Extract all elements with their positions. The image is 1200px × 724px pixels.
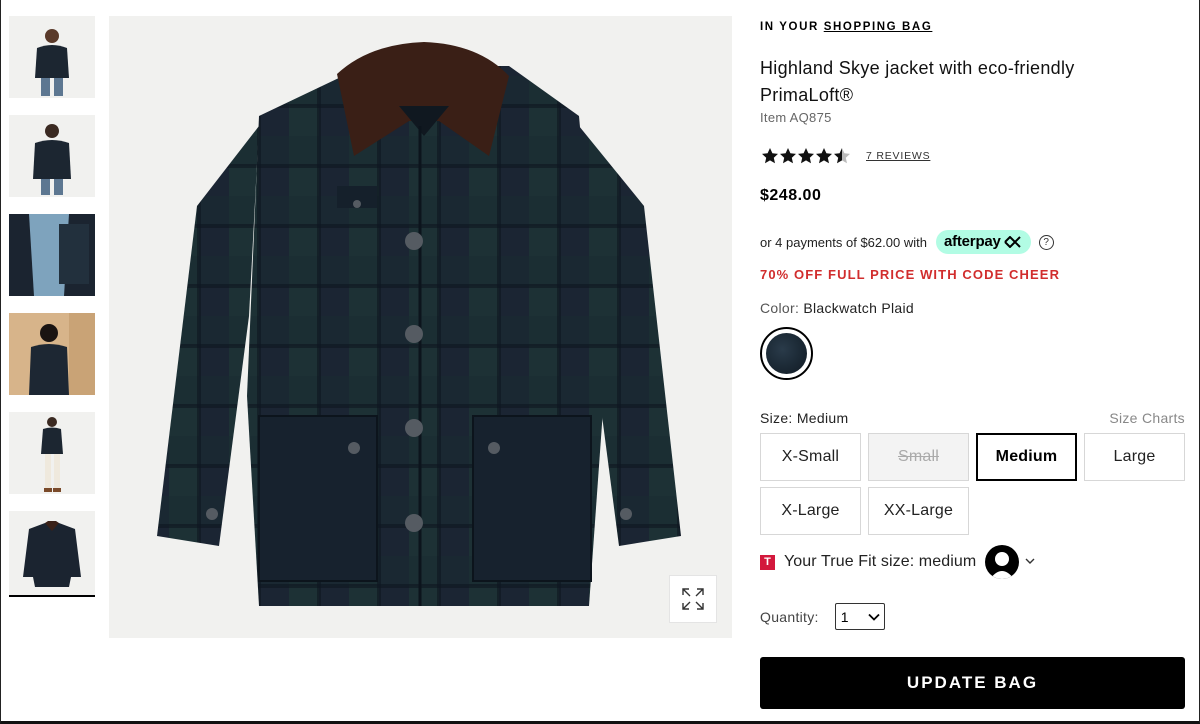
- quantity-label: Quantity:: [760, 608, 819, 625]
- thumbnail-model-front[interactable]: [9, 16, 95, 98]
- reviews-link[interactable]: 7 REVIEWS: [866, 150, 930, 162]
- size-key: Size:: [760, 410, 793, 426]
- color-key: Color:: [760, 300, 800, 316]
- afterpay-row: or 4 payments of $62.00 with afterpay ?: [760, 230, 1054, 254]
- afterpay-info-icon[interactable]: ?: [1038, 234, 1054, 250]
- quantity-value: 1: [840, 608, 849, 625]
- swatch-fill: [766, 333, 807, 374]
- truefit-logo-icon: T: [760, 554, 775, 570]
- quantity-row: Quantity: 1: [760, 603, 885, 630]
- expand-image-button[interactable]: [669, 575, 717, 623]
- star-icon: [798, 148, 814, 164]
- afterpay-badge[interactable]: afterpay: [935, 230, 1031, 254]
- quantity-select[interactable]: 1: [834, 603, 885, 630]
- product-price: $248.00: [760, 187, 822, 204]
- truefit-avatar-icon[interactable]: [985, 545, 1020, 579]
- star-rating: [761, 147, 853, 165]
- thumbnail-model-full[interactable]: [9, 412, 95, 494]
- star-icon: [780, 148, 796, 164]
- thumbnail-list: [9, 16, 96, 614]
- product-title: Highland Skye jacket with eco-friendly P…: [760, 58, 1075, 105]
- chevron-down-icon[interactable]: [1025, 556, 1035, 568]
- size-x-large-button[interactable]: X-Large: [760, 487, 861, 535]
- in-bag-prefix: IN YOUR: [760, 21, 824, 33]
- promo-message: 70% OFF FULL PRICE WITH CODE CHEER: [760, 267, 1061, 282]
- size-label: Size: Medium: [760, 410, 848, 426]
- thumbnail-lining-detail[interactable]: [9, 214, 95, 296]
- thumbnail-model-back[interactable]: [9, 115, 95, 197]
- size-xx-large-button[interactable]: XX-Large: [868, 487, 969, 535]
- half-star-icon: [834, 148, 850, 164]
- jacket-illustration: [157, 42, 681, 606]
- update-bag-button[interactable]: UPDATE BAG: [760, 657, 1185, 709]
- chevron-down-icon: [868, 613, 880, 621]
- in-bag-notice: IN YOUR SHOPPING BAG: [760, 21, 932, 33]
- star-icon: [762, 148, 778, 164]
- size-label-row: Size: Medium Size Charts: [760, 410, 1185, 426]
- item-number: Item AQ875: [760, 110, 832, 125]
- size-medium-button[interactable]: Medium: [976, 433, 1077, 481]
- star-icon: [816, 148, 832, 164]
- color-label: Color: Blackwatch Plaid: [760, 300, 914, 316]
- size-value: Medium: [796, 410, 849, 426]
- color-value: Blackwatch Plaid: [803, 300, 914, 316]
- size-charts-link[interactable]: Size Charts: [1109, 410, 1185, 426]
- color-swatch-blackwatch-plaid[interactable]: [760, 327, 813, 380]
- thumbnail-jacket-flat[interactable]: [9, 511, 95, 597]
- shopping-bag-link[interactable]: SHOPPING BAG: [824, 21, 933, 33]
- size-large-button[interactable]: Large: [1084, 433, 1185, 481]
- rating-row: 7 REVIEWS: [761, 147, 930, 165]
- afterpay-logo-icon: [1003, 235, 1021, 248]
- main-product-image[interactable]: [109, 16, 732, 638]
- afterpay-brand: afterpay: [943, 233, 1001, 250]
- size-small-button[interactable]: Small: [868, 433, 969, 481]
- afterpay-text: or 4 payments of $62.00 with: [760, 234, 927, 250]
- size-x-small-button[interactable]: X-Small: [760, 433, 861, 481]
- truefit-text: Your True Fit size: medium: [784, 553, 977, 570]
- expand-icon: [682, 588, 704, 610]
- truefit-row[interactable]: T Your True Fit size: medium: [760, 545, 1035, 579]
- thumbnail-model-styled[interactable]: [9, 313, 95, 395]
